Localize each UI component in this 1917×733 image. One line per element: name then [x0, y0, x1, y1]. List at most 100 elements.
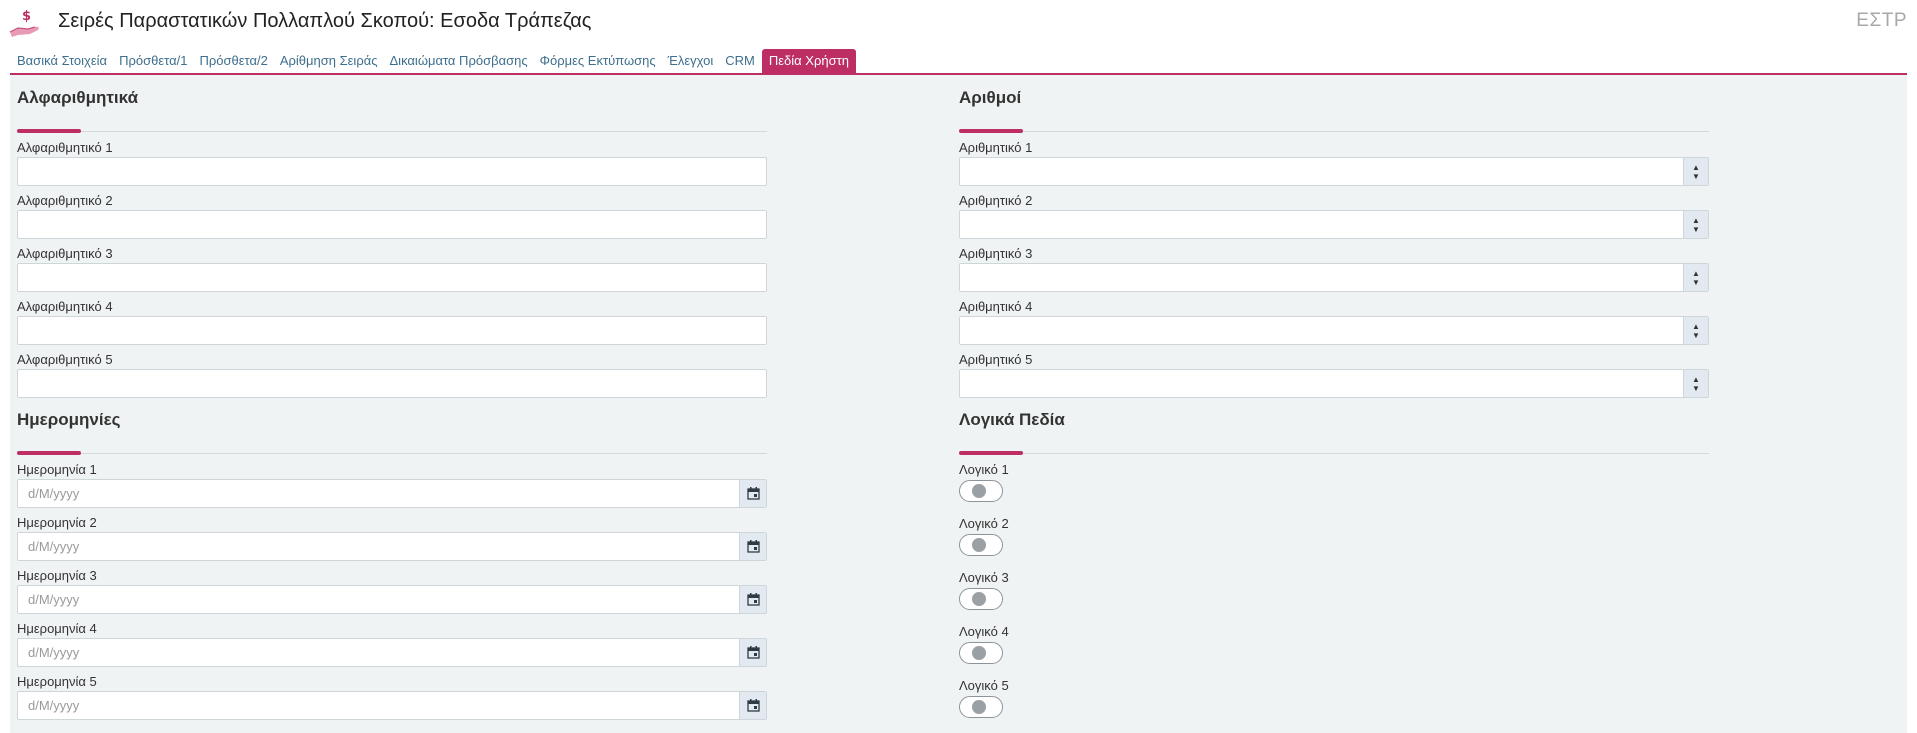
spin-down-icon[interactable]: ▼: [1692, 331, 1700, 340]
alphanumeric-2-input[interactable]: [18, 211, 766, 238]
tab-bar: Βασικά Στοιχεία Πρόσθετα/1 Πρόσθετα/2 Αρ…: [12, 49, 858, 73]
date-5-input[interactable]: [18, 692, 738, 719]
tab-checks[interactable]: Έλεγχοι: [663, 49, 719, 73]
spin-down-icon[interactable]: ▼: [1692, 172, 1700, 181]
section-title: Ημερομηνίες: [17, 410, 121, 429]
number-4-input[interactable]: [960, 317, 1680, 344]
tab-access-rights[interactable]: Δικαιώματα Πρόσβασης: [385, 49, 533, 73]
page-title: Σειρές Παραστατικών Πολλαπλού Σκοπού: Εσ…: [58, 10, 592, 32]
calendar-button[interactable]: [739, 639, 766, 666]
number-5-input[interactable]: [960, 370, 1680, 397]
number-input-box: ▲ ▼: [959, 157, 1709, 186]
field-label: Λογικό 4: [959, 624, 1009, 639]
field-label: Ημερομηνία 5: [17, 674, 97, 689]
tab-user-fields[interactable]: Πεδία Χρήστη: [761, 49, 856, 73]
number-spinner: ▲ ▼: [1683, 158, 1708, 185]
spin-down-icon[interactable]: ▼: [1692, 278, 1700, 287]
number-input-box: ▲ ▼: [959, 316, 1709, 345]
date-input-box: [17, 585, 767, 614]
tab-additional-1[interactable]: Πρόσθετα/1: [114, 49, 192, 73]
field-label: Αλφαριθμητικό 1: [17, 140, 113, 155]
text-input-box: [17, 369, 767, 398]
tab-print-forms[interactable]: Φόρμες Εκτύπωσης: [535, 49, 661, 73]
calendar-button[interactable]: [739, 480, 766, 507]
tab-basic[interactable]: Βασικά Στοιχεία: [12, 49, 112, 73]
calendar-button[interactable]: [739, 586, 766, 613]
calendar-button[interactable]: [739, 533, 766, 560]
field-label: Λογικό 3: [959, 570, 1009, 585]
field-label: Αλφαριθμητικό 2: [17, 193, 113, 208]
field-label: Αλφαριθμητικό 5: [17, 352, 113, 367]
number-1-input[interactable]: [960, 158, 1680, 185]
number-spinner: ▲ ▼: [1683, 370, 1708, 397]
spin-up-icon[interactable]: ▲: [1692, 322, 1700, 331]
spin-up-icon[interactable]: ▲: [1692, 163, 1700, 172]
date-input-box: [17, 532, 767, 561]
section-divider: [17, 131, 767, 132]
logical-1-toggle[interactable]: [959, 480, 1003, 502]
tab-series-numbering[interactable]: Αρίθμηση Σειράς: [275, 49, 383, 73]
section-accent: [959, 451, 1023, 455]
spin-down-icon[interactable]: ▼: [1692, 384, 1700, 393]
logical-3-toggle[interactable]: [959, 588, 1003, 610]
logical-4-toggle[interactable]: [959, 642, 1003, 664]
date-input-box: [17, 638, 767, 667]
number-input-box: ▲ ▼: [959, 263, 1709, 292]
field-label: Αριθμητικό 1: [959, 140, 1033, 155]
section-divider: [959, 131, 1709, 132]
alphanumeric-5-input[interactable]: [18, 370, 766, 397]
spin-up-icon[interactable]: ▲: [1692, 269, 1700, 278]
user-fields-panel: Αλφαριθμητικά Αλφαριθμητικό 1 Αλφαριθμητ…: [10, 75, 1907, 733]
section-divider: [959, 453, 1709, 454]
alphanumeric-3-input[interactable]: [18, 264, 766, 291]
field-label: Λογικό 1: [959, 462, 1009, 477]
field-label: Ημερομηνία 1: [17, 462, 97, 477]
header: $ Σειρές Παραστατικών Πολλαπλού Σκοπού: …: [0, 0, 1917, 46]
section-accent: [959, 129, 1023, 133]
number-spinner: ▲ ▼: [1683, 211, 1708, 238]
section-accent: [17, 451, 81, 455]
number-2-input[interactable]: [960, 211, 1680, 238]
field-label: Αριθμητικό 2: [959, 193, 1033, 208]
section-title: Λογικά Πεδία: [959, 410, 1065, 429]
spin-up-icon[interactable]: ▲: [1692, 375, 1700, 384]
toggle-knob: [972, 700, 986, 714]
calendar-button[interactable]: [739, 692, 766, 719]
section-title: Αριθμοί: [959, 88, 1022, 107]
spin-down-icon[interactable]: ▼: [1692, 225, 1700, 234]
alphanumeric-1-input[interactable]: [18, 158, 766, 185]
calendar-icon: [746, 540, 760, 553]
number-input-box: ▲ ▼: [959, 210, 1709, 239]
spin-up-icon[interactable]: ▲: [1692, 216, 1700, 225]
dates-section: Ημερομηνίες Ημερομηνία 1 Ημερομηνία 2 Ημ…: [17, 410, 767, 730]
text-input-box: [17, 263, 767, 292]
alphanumeric-section: Αλφαριθμητικά Αλφαριθμητικό 1 Αλφαριθμητ…: [17, 88, 767, 408]
date-4-input[interactable]: [18, 639, 738, 666]
field-label: Ημερομηνία 2: [17, 515, 97, 530]
field-label: Αλφαριθμητικό 4: [17, 299, 113, 314]
field-label: Ημερομηνία 3: [17, 568, 97, 583]
date-input-box: [17, 479, 767, 508]
logical-section: Λογικά Πεδία Λογικό 1 Λογικό 2 Λογικό 3 …: [959, 410, 1709, 730]
field-label: Λογικό 2: [959, 516, 1009, 531]
date-1-input[interactable]: [18, 480, 738, 507]
alphanumeric-4-input[interactable]: [18, 317, 766, 344]
date-2-input[interactable]: [18, 533, 738, 560]
number-3-input[interactable]: [960, 264, 1680, 291]
calendar-icon: [746, 646, 760, 659]
toggle-knob: [972, 646, 986, 660]
tab-additional-2[interactable]: Πρόσθετα/2: [194, 49, 272, 73]
toggle-knob: [972, 484, 986, 498]
logical-2-toggle[interactable]: [959, 534, 1003, 556]
text-input-box: [17, 210, 767, 239]
date-3-input[interactable]: [18, 586, 738, 613]
toggle-knob: [972, 538, 986, 552]
tab-crm[interactable]: CRM: [720, 49, 760, 73]
logical-5-toggle[interactable]: [959, 696, 1003, 718]
calendar-icon: [746, 487, 760, 500]
numbers-section: Αριθμοί Αριθμητικό 1 ▲ ▼ Αριθμητικό 2 ▲ ▼ …: [959, 88, 1709, 408]
calendar-icon: [746, 699, 760, 712]
text-input-box: [17, 157, 767, 186]
toggle-knob: [972, 592, 986, 606]
calendar-icon: [746, 593, 760, 606]
